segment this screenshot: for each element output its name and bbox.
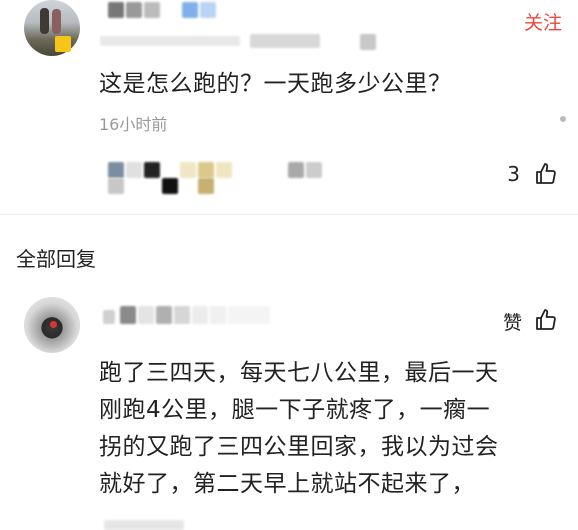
- comment-text: 这是怎么跑的？一天跑多少公里？: [99, 71, 452, 97]
- like-button[interactable]: 赞: [503, 308, 522, 335]
- thumbs-up-icon[interactable]: [534, 308, 558, 332]
- more-icon[interactable]: [560, 116, 566, 122]
- avatar-detail: [50, 321, 57, 328]
- avatar-photo-figure: [40, 8, 49, 34]
- thumbs-up-icon[interactable]: [534, 162, 558, 186]
- comment-timestamp: 16小时前: [99, 115, 168, 134]
- reply-meta-blurred: [104, 520, 184, 530]
- reply-text-line: 跑了三四天，每天七八公里，最后一天: [99, 360, 499, 386]
- avatar[interactable]: [24, 0, 80, 56]
- avatar-photo-figure: [52, 9, 61, 34]
- user-badge-icon: [55, 36, 71, 52]
- divider: [0, 214, 578, 215]
- reply-text-line: 刚跑4公里，腿一下子就疼了，一瘸一: [99, 397, 491, 423]
- reply-text: 跑了三四天，每天七八公里，最后一天 刚跑4公里，腿一下子就疼了，一瘸一 拐的又跑…: [99, 355, 563, 503]
- like-count: 3: [507, 162, 520, 186]
- section-title: 全部回复: [16, 247, 96, 271]
- reply-preview-blurred[interactable]: [100, 160, 400, 196]
- follow-button[interactable]: 关注: [524, 8, 562, 35]
- comment-detail-page: 关注 这是怎么跑的？一天跑多少公里？ 16小时前 3 全部回复 赞 跑了三四天，…: [0, 0, 578, 530]
- reply-text-line: 拐的又跑了三四公里回家，我以为过会: [99, 434, 499, 460]
- avatar[interactable]: [24, 297, 80, 353]
- reply-text-line: 就好了，第二天早上就站不起来了，: [99, 471, 475, 497]
